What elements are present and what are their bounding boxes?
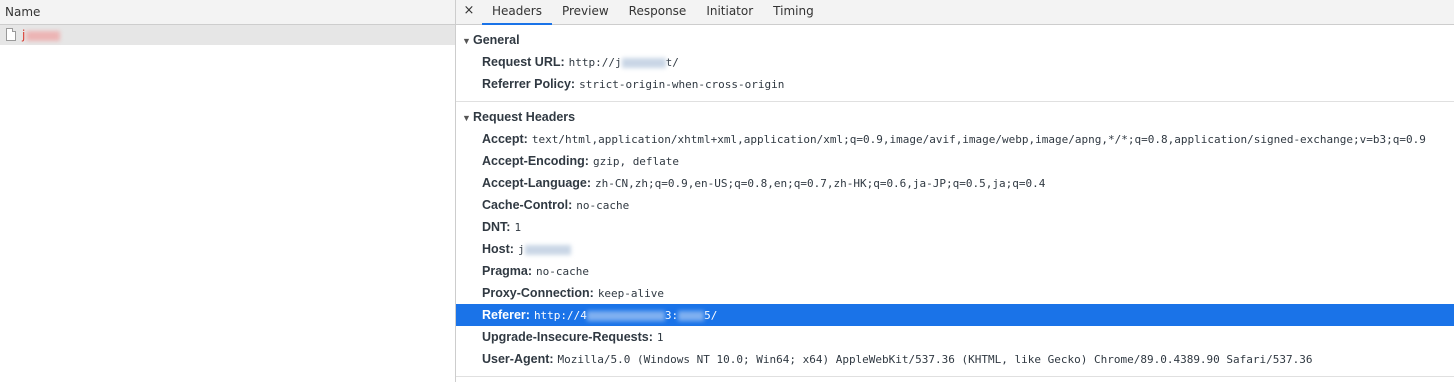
header-row-cache-control[interactable]: Cache-Control: no-cache — [456, 194, 1454, 216]
redacted-mask — [26, 30, 61, 41]
header-row-accept[interactable]: Accept: text/html,application/xhtml+xml,a… — [456, 128, 1454, 150]
header-value: j — [518, 243, 571, 256]
header-key: Proxy-Connection: — [482, 286, 594, 300]
close-icon[interactable]: × — [456, 0, 482, 24]
header-row-upgrade-insecure-requests[interactable]: Upgrade-Insecure-Requests: 1 — [456, 326, 1454, 348]
header-value: text/html,application/xhtml+xml,applicat… — [531, 133, 1426, 146]
header-row-proxy-connection[interactable]: Proxy-Connection: keep-alive — [456, 282, 1454, 304]
tab-timing[interactable]: Timing — [763, 0, 824, 24]
header-value: zh-CN,zh;q=0.9,en-US;q=0.8,en;q=0.7,zh-H… — [595, 177, 1046, 190]
header-key: Referrer Policy: — [482, 77, 576, 91]
redacted-mask — [621, 58, 666, 68]
header-row-pragma[interactable]: Pragma: no-cache — [456, 260, 1454, 282]
header-key: Accept-Language: — [482, 176, 592, 190]
tab-response[interactable]: Response — [619, 0, 697, 24]
header-row-user-agent[interactable]: User-Agent: Mozilla/5.0 (Windows NT 10.0;… — [456, 348, 1454, 370]
header-value: Mozilla/5.0 (Windows NT 10.0; Win64; x64… — [557, 353, 1313, 366]
header-row-host[interactable]: Host: j — [456, 238, 1454, 260]
header-key: DNT: — [482, 220, 511, 234]
header-value: gzip, deflate — [592, 155, 680, 168]
header-key: User-Agent: — [482, 352, 554, 366]
request-headers-section-header[interactable]: ▼ Request Headers — [456, 106, 1454, 128]
redacted-mask — [586, 311, 665, 321]
triangle-down-icon: ▼ — [462, 113, 471, 123]
details-tab-bar: × Headers Preview Response Initiator Tim… — [456, 0, 1454, 25]
header-value: http://4 3: 5/ — [533, 309, 718, 322]
header-row-request-url[interactable]: Request URL: http://j t/ — [456, 51, 1454, 73]
header-key: Accept: — [482, 132, 528, 146]
tab-preview[interactable]: Preview — [552, 0, 619, 24]
header-key: Request URL: — [482, 55, 565, 69]
redacted-mask — [524, 245, 571, 255]
header-row-referer[interactable]: Referer: http://4 3: 5/ — [456, 304, 1454, 326]
triangle-down-icon: ▼ — [462, 36, 471, 46]
header-value: http://j t/ — [568, 56, 679, 69]
header-row-accept-language[interactable]: Accept-Language: zh-CN,zh;q=0.9,en-US;q=0… — [456, 172, 1454, 194]
redacted-mask — [678, 311, 705, 321]
general-section-header[interactable]: ▼ General — [456, 29, 1454, 51]
header-key: Referer: — [482, 308, 530, 322]
header-row-accept-encoding[interactable]: Accept-Encoding: gzip, deflate — [456, 150, 1454, 172]
tab-headers[interactable]: Headers — [482, 0, 552, 25]
document-icon — [6, 28, 16, 41]
header-value: no-cache — [576, 199, 630, 212]
header-row-referrer-policy[interactable]: Referrer Policy: strict-origin-when-cross… — [456, 73, 1454, 95]
request-headers-section: ▼ Request Headers Accept: text/html,applic… — [456, 102, 1454, 377]
general-section: ▼ General Request URL: http://j t/ Referrer… — [456, 25, 1454, 102]
header-value: 1 — [514, 221, 522, 234]
header-key: Pragma: — [482, 264, 533, 278]
request-details-pane: × Headers Preview Response Initiator Tim… — [456, 0, 1454, 382]
request-list-item[interactable]: j — [0, 25, 455, 45]
header-key: Cache-Control: — [482, 198, 573, 212]
header-value: 1 — [656, 331, 664, 344]
header-value: keep-alive — [597, 287, 665, 300]
header-value: no-cache — [536, 265, 590, 278]
request-list-pane: Name j — [0, 0, 456, 382]
header-row-dnt[interactable]: DNT: 1 — [456, 216, 1454, 238]
header-key: Accept-Encoding: — [482, 154, 589, 168]
header-key: Host: — [482, 242, 514, 256]
name-column-header[interactable]: Name — [0, 0, 455, 25]
header-key: Upgrade-Insecure-Requests: — [482, 330, 653, 344]
header-value: strict-origin-when-cross-origin — [579, 78, 785, 91]
tab-initiator[interactable]: Initiator — [696, 0, 763, 24]
request-name: j — [22, 25, 61, 45]
